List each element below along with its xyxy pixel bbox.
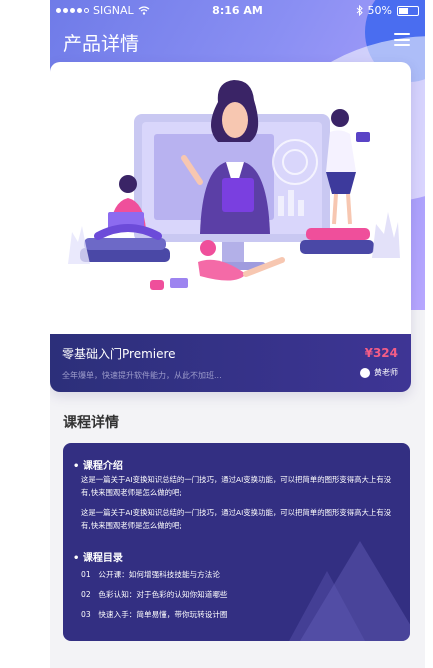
menu-icon[interactable] [394,33,410,46]
course-detail-card: • 课程介绍 这是一篇关于AI变换知识总结的一门技巧，通过AI变换功能，可以把简… [63,443,410,641]
course-info-bar: 零基础入门Premiere 全年爆单，快速提升软件能力，从此不加班... ¥32… [50,334,411,392]
course-name: 零基础入门Premiere [62,347,176,361]
page-title: 产品详情 [63,33,140,55]
section-title: 课程详情 [63,415,119,431]
outline-text: 色彩认知：对于色彩的认知你知道哪些 [98,590,228,599]
intro-paragraph: 这是一篇关于AI变换知识总结的一门技巧，通过AI变换功能，可以把简单的图形变得高… [81,508,392,530]
course-illustration [68,80,400,290]
battery-icon [397,5,419,16]
outline-text: 快速入手：简单易懂，带你玩转设计圈 [98,610,228,619]
phone-screen: SIGNAL 8:16 AM 50% 产品详情 零基础入门Premiere 全年… [50,0,425,668]
course-description: 全年爆单，快速提升软件能力，从此不加班... [62,371,222,380]
outline-number: 02 [81,590,91,599]
course-card[interactable]: 零基础入门Premiere 全年爆单，快速提升软件能力，从此不加班... ¥32… [50,62,411,392]
outline-text: 公开课：如何增强科技技能与方法论 [98,570,220,579]
battery-percent: 50% [367,4,392,17]
outline-number: 01 [81,570,91,579]
outline-item[interactable]: 02 色彩认知：对于色彩的认知你知道哪些 [81,589,228,600]
outline-item[interactable]: 01 公开课：如何增强科技技能与方法论 [81,569,220,580]
bluetooth-icon [356,5,363,16]
intro-heading: • 课程介绍 [73,461,123,472]
course-price: ¥324 [364,346,398,360]
outline-heading: • 课程目录 [73,553,123,564]
decorative-triangle [300,541,410,641]
outline-item[interactable]: 03 快速入手：简单易懂，带你玩转设计圈 [81,609,228,620]
status-bar: SIGNAL 8:16 AM 50% [50,0,425,20]
teacher-name: 黄老师 [374,368,398,377]
intro-paragraph: 这是一篇关于AI变换知识总结的一门技巧，通过AI变换功能，可以把简单的图形变得高… [81,475,392,497]
outline-number: 03 [81,610,91,619]
teacher-avatar [360,367,370,378]
teacher-info: 黄老师 [360,367,398,378]
